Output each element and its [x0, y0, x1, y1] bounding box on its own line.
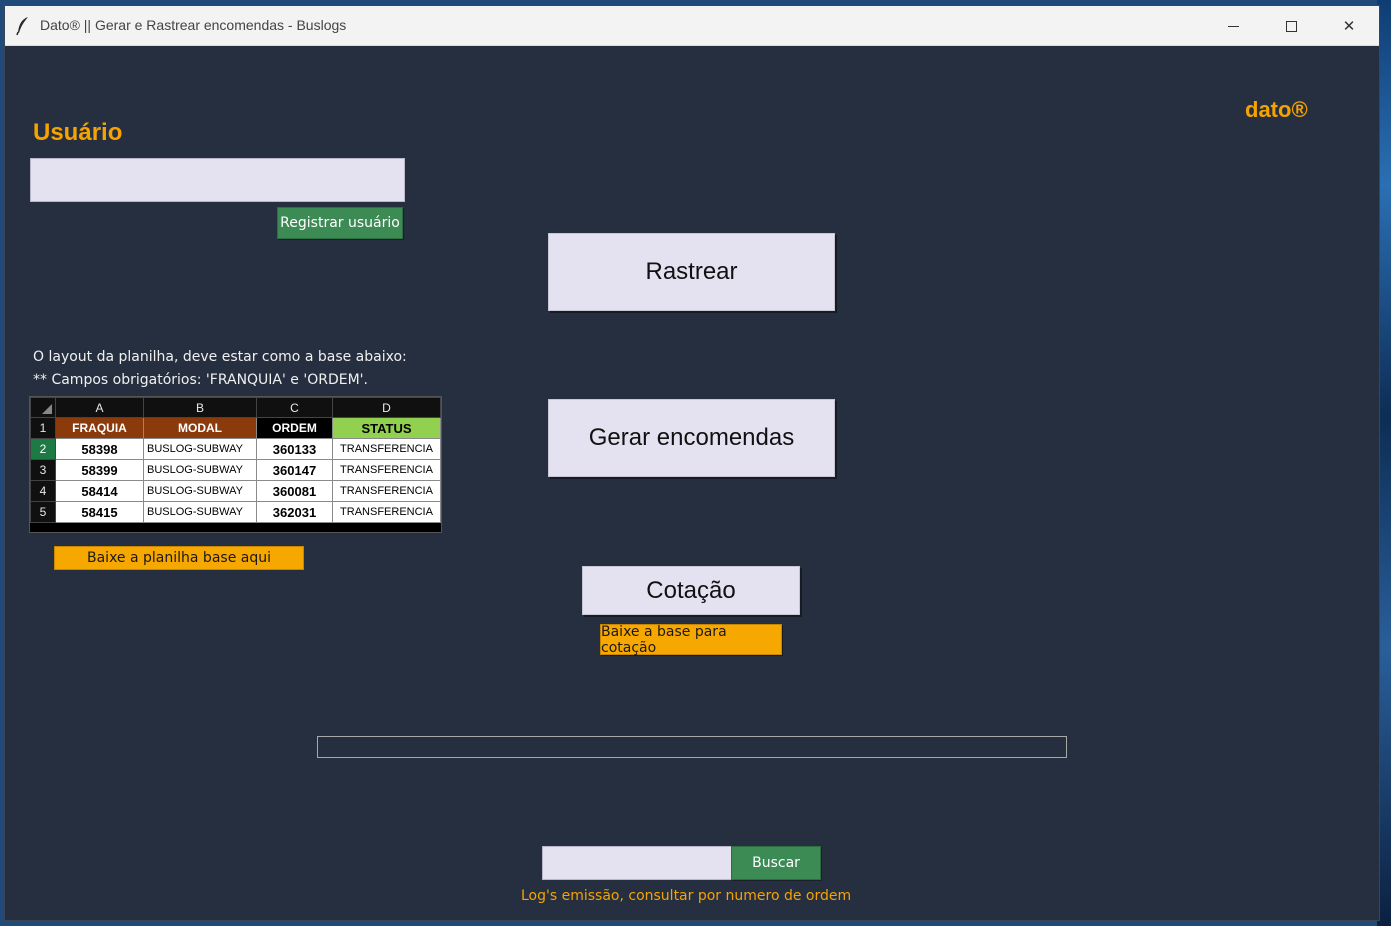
register-user-button[interactable]: Registrar usuário	[277, 207, 403, 239]
sheet-row-number: 2	[30, 438, 56, 460]
search-hint-text: Log's emissão, consultar por numero de o…	[521, 888, 852, 904]
sheet-row-number: 1	[30, 417, 56, 439]
sheet-cell: 58399	[55, 459, 144, 481]
sheet-row-number: 3	[30, 459, 56, 481]
minimize-icon	[1227, 25, 1239, 27]
sheet-cell: 360081	[256, 480, 333, 502]
sheet-cell: BUSLOG-SUBWAY	[143, 438, 257, 460]
brand-logo: dato®	[1245, 97, 1308, 122]
sheet-col-header: C	[256, 397, 333, 418]
sheet-cell: BUSLOG-SUBWAY	[143, 480, 257, 502]
sheet-cell: BUSLOG-SUBWAY	[143, 459, 257, 481]
app-window: Dato® || Gerar e Rastrear encomendas - B…	[4, 5, 1380, 921]
user-input[interactable]	[30, 158, 405, 202]
order-search-input[interactable]	[542, 846, 732, 880]
quote-button[interactable]: Cotação	[582, 566, 800, 615]
sheet-header-cell: ORDEM	[256, 417, 333, 439]
generate-orders-button[interactable]: Gerar encomendas	[548, 399, 835, 477]
title-bar[interactable]: Dato® || Gerar e Rastrear encomendas - B…	[5, 6, 1379, 46]
sheet-cell: 58415	[55, 501, 144, 523]
sheet-data-row: 3 58399 BUSLOG-SUBWAY 360147 TRANSFERENC…	[30, 459, 441, 481]
sheet-cell: 360147	[256, 459, 333, 481]
sheet-cell: BUSLOG-SUBWAY	[143, 501, 257, 523]
window-title: Dato® || Gerar e Rastrear encomendas - B…	[40, 17, 347, 33]
sheet-cell: 58414	[55, 480, 144, 502]
sheet-cell: TRANSFERENCIA	[332, 501, 441, 523]
track-button[interactable]: Rastrear	[548, 233, 835, 311]
user-section-title: Usuário	[33, 119, 123, 146]
close-icon: ✕	[1342, 17, 1356, 35]
download-quote-base-button[interactable]: Baixe a base para cotação	[600, 624, 782, 656]
select-all-icon	[42, 404, 52, 414]
close-button[interactable]: ✕	[1320, 6, 1378, 46]
sheet-col-header: B	[143, 397, 257, 418]
minimize-button[interactable]	[1204, 6, 1262, 46]
sheet-cell: 58398	[55, 438, 144, 460]
download-template-button[interactable]: Baixe a planilha base aqui	[54, 546, 304, 570]
sheet-header-cell: MODAL	[143, 417, 257, 439]
sheet-cell: TRANSFERENCIA	[332, 480, 441, 502]
progress-bar	[317, 736, 1067, 758]
layout-info-text: O layout da planilha, deve estar como a …	[33, 349, 407, 365]
sheet-data-row: 2 58398 BUSLOG-SUBWAY 360133 TRANSFERENC…	[30, 438, 441, 460]
maximize-icon	[1285, 20, 1297, 32]
sheet-header-cell: STATUS	[332, 417, 441, 439]
maximize-button[interactable]	[1262, 6, 1320, 46]
sheet-corner	[30, 397, 56, 418]
required-fields-text: ** Campos obrigatórios: 'FRANQUIA' e 'OR…	[33, 372, 368, 388]
sheet-cell: 360133	[256, 438, 333, 460]
sheet-row-number: 5	[30, 501, 56, 523]
sheet-data-row: 5 58415 BUSLOG-SUBWAY 362031 TRANSFERENC…	[30, 501, 441, 523]
sheet-cell: TRANSFERENCIA	[332, 459, 441, 481]
sheet-col-header: D	[332, 397, 441, 418]
sheet-cell: TRANSFERENCIA	[332, 438, 441, 460]
sheet-data-row: 4 58414 BUSLOG-SUBWAY 360081 TRANSFERENC…	[30, 480, 441, 502]
sheet-row-number: 4	[30, 480, 56, 502]
sheet-col-header: A	[55, 397, 144, 418]
sheet-header-row: 1 FRAQUIA MODAL ORDEM STATUS	[30, 417, 441, 439]
sheet-header-cell: FRAQUIA	[55, 417, 144, 439]
main-panel: dato® Usuário Registrar usuário Rastrear…	[5, 46, 1379, 920]
spreadsheet-example: A B C D 1 FRAQUIA MODAL ORDEM STATUS 2 5…	[29, 396, 442, 533]
feather-icon	[16, 17, 28, 36]
sheet-cell: 362031	[256, 501, 333, 523]
search-button[interactable]: Buscar	[731, 846, 821, 880]
sheet-column-header-row: A B C D	[30, 397, 441, 418]
